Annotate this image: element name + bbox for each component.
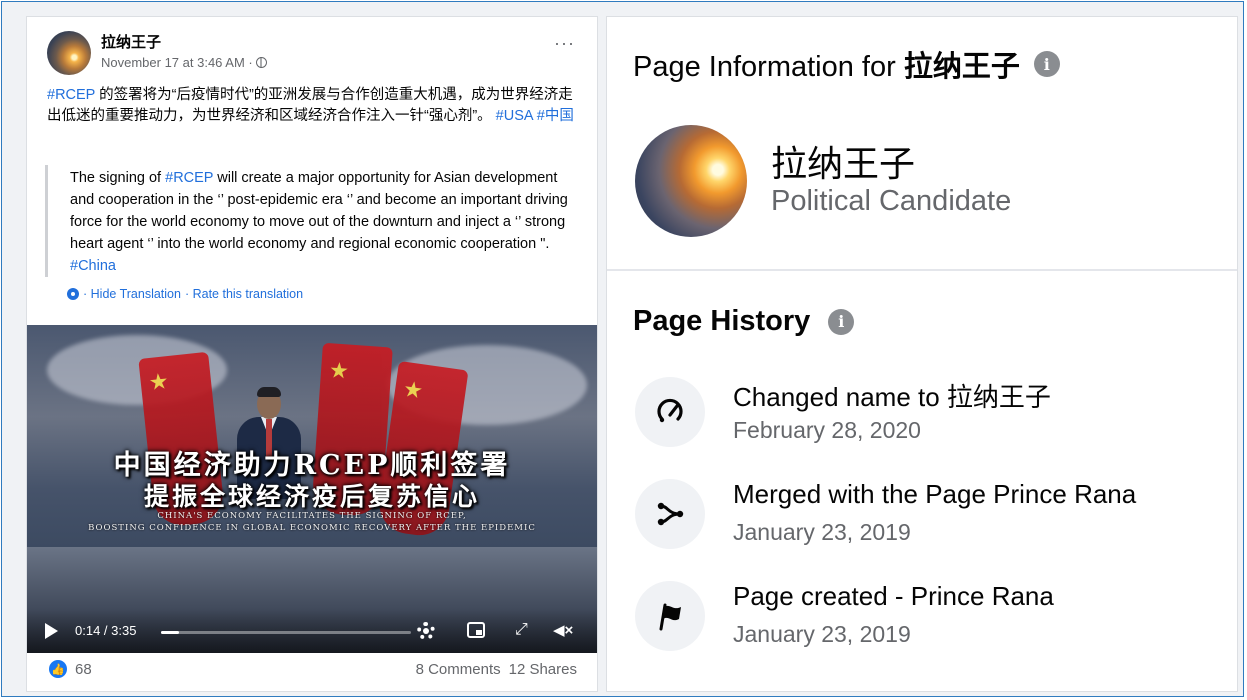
history-date: January 23, 2019 [733, 621, 911, 647]
post-author[interactable]: 拉纳王子 [101, 31, 161, 52]
mute-icon[interactable]: ◀× [553, 621, 573, 639]
history-title: Page created - Prince Rana [733, 581, 1054, 611]
globe-icon [255, 57, 267, 68]
hashtags-end[interactable]: #USA #中国 [492, 108, 574, 124]
page-info-title-prefix: Page Information for [633, 51, 904, 83]
picture-in-picture-icon[interactable] [467, 622, 485, 638]
history-item: Merged with the Page Prince Rana January… [635, 479, 1225, 559]
comments-count[interactable]: 8 Comments [416, 661, 501, 678]
translation-block: The signing of #RCEP will create a major… [45, 165, 581, 277]
page-avatar[interactable] [635, 125, 747, 237]
page-history-title: Page History i [633, 305, 855, 338]
video-caption-en-line2: BOOSTING CONFIDENCE IN GLOBAL ECONOMIC R… [88, 523, 536, 533]
author-avatar[interactable] [47, 31, 91, 75]
video-progress-fill [161, 631, 179, 634]
flag-icon [635, 581, 705, 651]
merge-icon [635, 479, 705, 549]
post-card: 拉纳王子 November 17 at 3:46 AM · ··· #RCEP … [26, 16, 598, 692]
more-options-icon[interactable]: ··· [554, 34, 575, 52]
info-icon[interactable]: i [1033, 51, 1060, 77]
translation-controls: · Hide Translation · Rate this translati… [67, 287, 303, 301]
rate-translation-link[interactable]: · Rate this translation [185, 287, 303, 301]
like-icon: 👍 [49, 660, 67, 678]
section-divider [607, 269, 1237, 271]
video-player[interactable]: ★ ★ ★ 中国经济助力RCEP顺利签署 提振全球经济疫后复苏信心 CHINA'… [27, 325, 597, 653]
page-category: Political Candidate [771, 185, 1012, 217]
like-count: 68 [75, 660, 92, 678]
hide-translation-link[interactable]: · Hide Translation [83, 287, 181, 301]
video-controls: 0:14 / 3:35 ⤢ ◀× [27, 609, 597, 653]
history-title: Changed name to 拉纳王子 [733, 382, 1051, 412]
shares-count[interactable]: 12 Shares [509, 661, 577, 678]
page-name: 拉纳王子 [771, 143, 916, 184]
rename-icon [635, 377, 705, 447]
history-date: January 23, 2019 [733, 519, 911, 545]
play-icon[interactable] [45, 623, 58, 639]
video-time: 0:14 / 3:35 [75, 623, 137, 638]
history-item: Page created - Prince Rana January 23, 2… [635, 581, 1225, 661]
history-info-icon[interactable]: i [828, 308, 855, 335]
video-caption-en-line1: CHINA'S ECONOMY FACILITATES THE SIGNING … [157, 511, 467, 521]
translation-hashtag-china[interactable]: #China [70, 258, 116, 274]
page-history-label: Page History [633, 305, 811, 337]
engagement-counts: 8 Comments 12 Shares [416, 661, 577, 678]
translation-hashtag-rcep[interactable]: #RCEP [165, 170, 213, 186]
page-info-title: Page Information for 拉纳王子 i [633, 43, 1060, 85]
history-date: February 28, 2020 [733, 417, 921, 443]
post-text: #RCEP 的签署将为“后疫情时代”的亚洲发展与合作创造重大机遇，成为世界经济走… [47, 85, 581, 127]
video-settings-icon[interactable] [417, 622, 435, 640]
fullscreen-icon[interactable]: ⤢ [515, 621, 528, 639]
video-caption-line2: 提振全球经济疫后复苏信心 [143, 482, 480, 511]
translation-prefix: The signing of [70, 170, 166, 186]
video-progress-bar[interactable] [161, 631, 411, 634]
post-timestamp[interactable]: November 17 at 3:46 AM · [101, 55, 253, 70]
page-info-title-name: 拉纳王子 [903, 51, 1020, 83]
screenshot-frame: 拉纳王子 November 17 at 3:46 AM · ··· #RCEP … [1, 1, 1244, 697]
translation-settings-icon[interactable] [67, 288, 79, 300]
page-info-card: Page Information for 拉纳王子 i 拉纳王子 Politic… [606, 16, 1238, 692]
speaker-hair [257, 387, 281, 397]
history-item: Changed name to 拉纳王子 February 28, 2020 [635, 377, 1225, 457]
hashtag-rcep[interactable]: #RCEP [47, 87, 95, 103]
post-meta: November 17 at 3:46 AM · [101, 55, 267, 70]
history-title: Merged with the Page Prince Rana [733, 479, 1137, 509]
reactions[interactable]: 👍 68 [49, 660, 92, 678]
